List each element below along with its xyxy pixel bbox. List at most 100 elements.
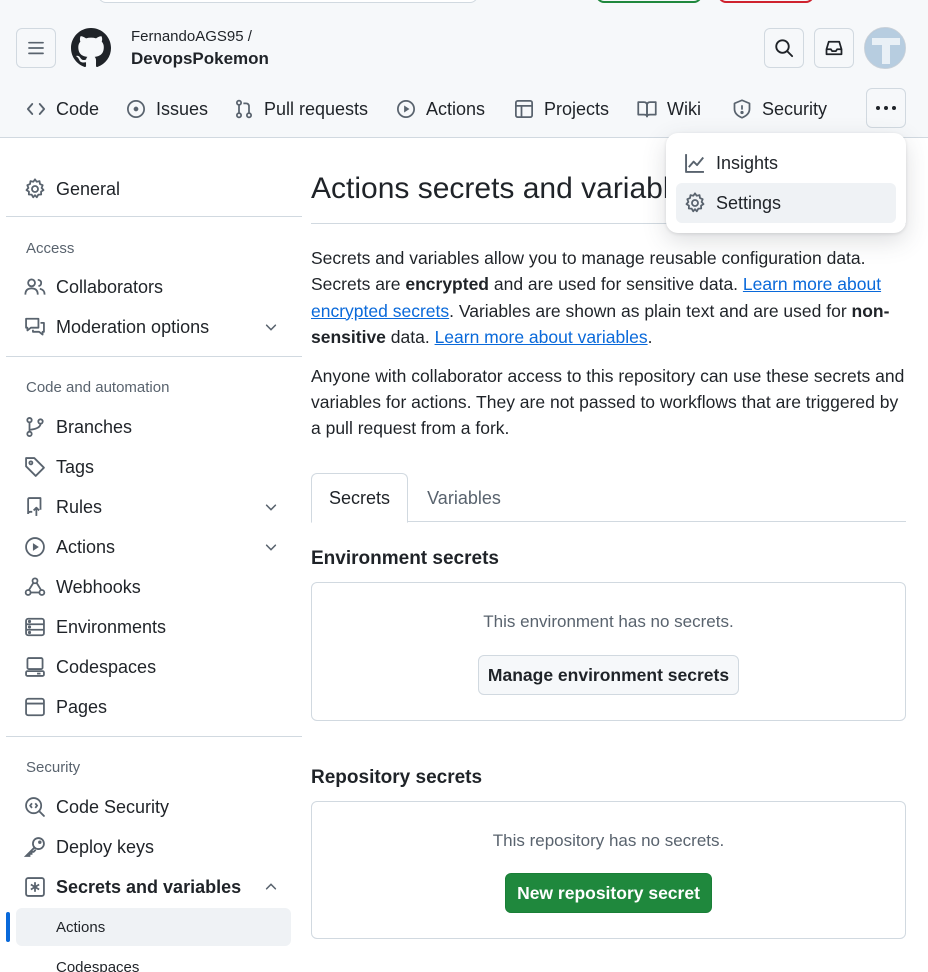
tab-security-label: Security: [762, 98, 828, 119]
sidebar-item-label: Environments: [56, 616, 167, 637]
browser-icon: [25, 697, 45, 717]
sidebar-divider: [6, 356, 302, 357]
browser-url-bar-edge: [98, 0, 478, 3]
description-paragraph: Secrets and variables allow you to manag…: [311, 245, 906, 350]
more-tabs-dropdown: Insights Settings: [666, 133, 906, 233]
hamburger-menu-button[interactable]: [16, 28, 56, 68]
tab-projects[interactable]: Projects: [514, 92, 609, 126]
sidebar-item-label: General: [56, 178, 121, 199]
dropdown-item-settings[interactable]: Settings: [676, 183, 896, 223]
sidebar-subitem-actions[interactable]: Actions: [16, 908, 291, 946]
inbox-button[interactable]: [814, 28, 854, 68]
manage-environment-secrets-button[interactable]: Manage environment secrets: [478, 655, 739, 695]
tab-variables[interactable]: Variables: [427, 473, 501, 523]
github-logo-icon[interactable]: [71, 28, 111, 68]
tab-secrets[interactable]: Secrets: [311, 473, 408, 523]
new-repository-secret-button[interactable]: New repository secret: [505, 873, 712, 913]
sidebar-item-branches[interactable]: Branches: [24, 411, 286, 443]
sidebar-item-tags[interactable]: Tags: [24, 451, 286, 483]
code-icon: [26, 103, 46, 115]
user-avatar[interactable]: [864, 27, 906, 69]
sidebar-item-label: Actions: [56, 536, 116, 557]
more-tabs-button[interactable]: [866, 88, 906, 128]
desc-text: .: [647, 326, 653, 347]
kebab-horizontal-icon: [876, 106, 896, 110]
collaborator-note: Anyone with collaborator access to this …: [311, 366, 905, 438]
sidebar-item-label: Pages: [56, 696, 108, 717]
chevron-down-icon: [265, 324, 277, 331]
sidebar-item-label: Collaborators: [56, 276, 164, 297]
page-title: Actions secrets and variables: [311, 172, 702, 205]
codescan-icon: [25, 797, 45, 817]
gear-icon: [685, 192, 705, 213]
tag-icon: [25, 457, 45, 477]
tab-pull-requests[interactable]: Pull requests: [234, 92, 368, 126]
sidebar-item-label: Secrets and variables: [56, 876, 242, 897]
search-button[interactable]: [764, 28, 804, 68]
sidebar-subitem-label: Actions: [56, 918, 106, 936]
tab-issues[interactable]: Issues: [126, 92, 208, 126]
book-icon: [637, 101, 657, 118]
comment-discussion-icon: [25, 317, 45, 336]
sidebar-subitem-label: Codespaces: [56, 958, 140, 972]
sidebar-heading-security: Security: [26, 759, 81, 776]
sidebar-item-moderation-options[interactable]: Moderation options: [24, 311, 286, 343]
sidebar-divider: [6, 216, 302, 217]
graph-icon: [685, 154, 704, 173]
sidebar-heading-access: Access: [26, 240, 75, 257]
dropdown-item-insights-label: Insights: [716, 152, 779, 173]
chevron-down-icon: [265, 504, 277, 511]
webhook-icon: [24, 577, 46, 596]
tab-actions-label: Actions: [426, 98, 486, 119]
sidebar-item-label: Codespaces: [56, 656, 157, 677]
tab-security[interactable]: Security: [732, 92, 827, 126]
server-icon: [25, 617, 45, 637]
repo-header: FernandoAGS95 / DevopsPokemon Code Issue…: [0, 0, 928, 138]
sidebar-item-actions[interactable]: Actions: [24, 531, 286, 563]
dropdown-item-insights[interactable]: Insights: [676, 143, 896, 183]
repository-empty-message: This repository has no secrets.: [492, 831, 725, 850]
tab-code[interactable]: Code: [26, 92, 99, 126]
sidebar-item-general[interactable]: General: [24, 173, 286, 205]
environment-empty-message: This environment has no secrets.: [483, 612, 734, 631]
sidebar-subitem-codespaces[interactable]: Codespaces: [16, 948, 291, 972]
environment-secrets-box: This environment has no secrets. Manage …: [311, 582, 906, 721]
git-branch-icon: [26, 417, 44, 437]
sidebar-item-deploy-keys[interactable]: Deploy keys: [24, 831, 286, 863]
key-asterisk-icon: [25, 877, 45, 897]
browser-green-pill-edge: [596, 0, 702, 3]
learn-more-variables-link[interactable]: Learn more about variables: [435, 327, 648, 347]
sidebar-item-code-security[interactable]: Code Security: [24, 791, 286, 823]
tab-pull-requests-label: Pull requests: [264, 98, 369, 119]
sidebar-item-label: Code Security: [56, 796, 170, 817]
repo-owner-link[interactable]: FernandoAGS95 /: [131, 28, 252, 45]
environment-secrets-heading: Environment secrets: [311, 548, 499, 569]
sidebar-item-pages[interactable]: Pages: [24, 691, 286, 723]
desc-text: and are used for sensitive data.: [489, 274, 743, 295]
sidebar-item-collaborators[interactable]: Collaborators: [24, 271, 286, 303]
hamburger-icon: [28, 41, 44, 55]
sidebar-item-secrets-and-variables[interactable]: Secrets and variables: [24, 871, 286, 903]
inbox-icon: [825, 40, 843, 56]
browser-red-pill-edge: [718, 0, 814, 3]
sidebar-item-rules[interactable]: Rules: [24, 491, 286, 523]
chevron-up-icon: [265, 883, 277, 890]
sidebar-item-codespaces[interactable]: Codespaces: [24, 651, 286, 683]
sidebar-item-environments[interactable]: Environments: [24, 611, 286, 643]
sidebar-item-label: Branches: [56, 416, 133, 437]
tab-wiki[interactable]: Wiki: [637, 92, 701, 126]
tab-actions[interactable]: Actions: [396, 92, 485, 126]
tab-projects-label: Projects: [544, 98, 610, 119]
repository-secrets-box: This repository has no secrets. New repo…: [311, 801, 906, 939]
desc-text: . Variables are shown as plain text and …: [449, 300, 852, 321]
repo-name-link[interactable]: DevopsPokemon: [131, 49, 269, 69]
desc-text: data.: [385, 326, 435, 347]
active-indicator: [6, 912, 10, 942]
tab-code-label: Code: [56, 98, 100, 119]
sidebar-item-label: Deploy keys: [56, 836, 155, 857]
sidebar-item-webhooks[interactable]: Webhooks: [24, 571, 286, 603]
sidebar-heading-code-automation: Code and automation: [26, 379, 170, 396]
sidebar-divider: [6, 736, 302, 737]
dropdown-item-settings-label: Settings: [716, 192, 782, 213]
desc-bold: encrypted: [405, 274, 489, 295]
